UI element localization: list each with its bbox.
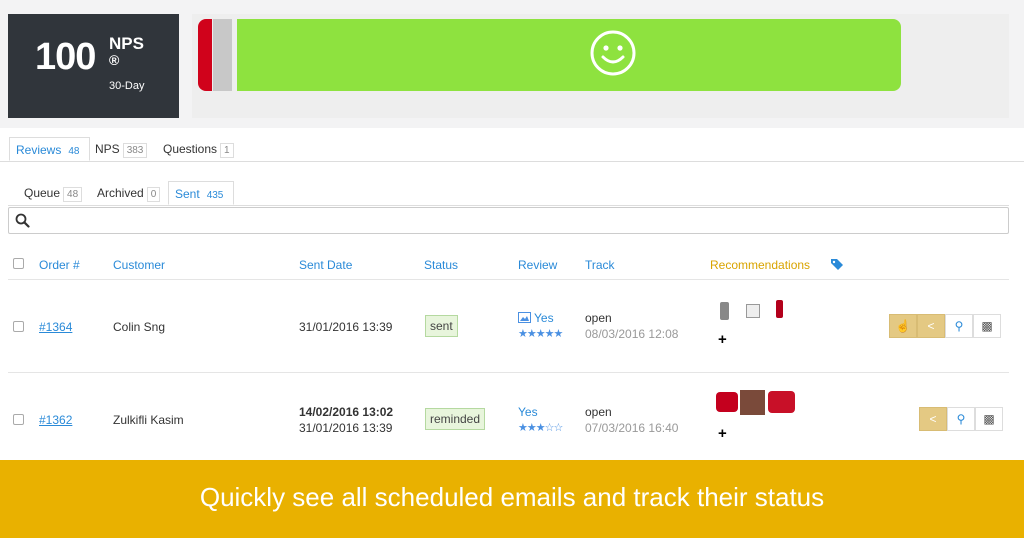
trash-icon[interactable]: ▩	[973, 314, 1001, 338]
promo-banner: Quickly see all scheduled emails and tra…	[0, 460, 1024, 538]
tab-sent[interactable]: Sent 435	[168, 181, 235, 205]
status-badge: reminded	[425, 408, 486, 430]
nps-label: NPS	[109, 34, 144, 53]
review-link[interactable]: Yes	[534, 311, 554, 325]
product-thumbnail[interactable]	[716, 392, 738, 412]
tag-icon[interactable]	[830, 258, 845, 271]
tab-archived[interactable]: Archived 0	[91, 181, 166, 205]
order-link[interactable]: #1364	[39, 320, 72, 334]
row-divider	[8, 372, 1009, 373]
col-order[interactable]: Order #	[39, 258, 80, 272]
tab-label: Sent	[175, 187, 200, 201]
tab-label: Reviews	[16, 143, 62, 157]
customer-name: Zulkifli Kasim	[113, 413, 184, 427]
share-icon[interactable]: <	[917, 314, 945, 338]
main-tabs: Reviews 48 NPS 383 Questions 1	[0, 137, 1024, 162]
zoom-in-icon[interactable]: ⚲	[945, 314, 973, 338]
review-stars: ★★★★★	[518, 328, 563, 340]
nps-distribution-bar	[192, 14, 1009, 118]
sub-tabs: Queue 48 Archived 0 Sent 435	[8, 181, 1009, 206]
tab-label: Archived	[97, 186, 144, 200]
customer-name: Colin Sng	[113, 320, 166, 334]
nps-score-card: 100 NPS ® 30-Day	[8, 14, 179, 118]
promoter-segment	[237, 19, 901, 91]
nps-summary-panel: 100 NPS ® 30-Day	[0, 0, 1024, 128]
smiley-icon	[590, 30, 636, 76]
nps-score: 100	[35, 36, 96, 78]
tab-reviews[interactable]: Reviews 48	[9, 137, 91, 161]
product-thumbnail[interactable]	[746, 304, 760, 318]
col-sent-date[interactable]: Sent Date	[299, 258, 352, 272]
nps-period: 30-Day	[109, 80, 145, 92]
track-date: 08/03/2016 12:08	[585, 327, 679, 341]
banner-text: Quickly see all scheduled emails and tra…	[199, 482, 825, 512]
sent-date: 31/01/2016 13:39	[299, 320, 393, 334]
col-recommendations[interactable]: Recommendations	[710, 258, 810, 272]
order-link[interactable]: #1362	[39, 413, 72, 427]
sent-date: 14/02/2016 13:02	[299, 405, 394, 419]
track-status: open	[585, 311, 612, 325]
col-track[interactable]: Track	[585, 258, 615, 272]
sent-date-original: 31/01/2016 13:39	[299, 421, 393, 435]
hand-pointer-icon[interactable]: ☝	[889, 314, 917, 338]
col-review[interactable]: Review	[518, 258, 557, 272]
product-thumbnail[interactable]	[776, 300, 783, 318]
tab-count: 48	[63, 187, 83, 202]
col-status[interactable]: Status	[424, 258, 458, 272]
tab-count: 383	[122, 143, 148, 158]
status-badge: sent	[425, 315, 458, 337]
tab-count: 1	[220, 143, 234, 158]
row-checkbox[interactable]	[13, 321, 24, 332]
trash-icon[interactable]: ▩	[975, 407, 1003, 431]
review-link[interactable]: Yes	[518, 405, 538, 419]
header-divider	[8, 279, 1009, 280]
tab-nps[interactable]: NPS 383	[89, 137, 153, 161]
tab-count: 48	[68, 146, 80, 157]
tab-label: Queue	[24, 186, 61, 200]
add-recommendation-button[interactable]: +	[718, 425, 727, 442]
col-customer[interactable]: Customer	[113, 258, 165, 272]
passive-segment	[213, 19, 232, 91]
product-thumbnail[interactable]	[720, 302, 729, 320]
select-all-checkbox[interactable]	[13, 258, 24, 269]
zoom-in-icon[interactable]: ⚲	[947, 407, 975, 431]
nps-registered-mark: ®	[109, 52, 120, 68]
tab-questions[interactable]: Questions 1	[157, 137, 240, 161]
product-thumbnail[interactable]	[740, 390, 765, 415]
search-input[interactable]	[8, 207, 1009, 234]
share-icon[interactable]: <	[919, 407, 947, 431]
row-checkbox[interactable]	[13, 414, 24, 425]
tab-label: Questions	[163, 142, 218, 156]
tab-count: 435	[206, 190, 224, 201]
search-icon	[15, 213, 30, 228]
track-status: open	[585, 405, 612, 419]
review-stars: ★★★☆☆	[518, 422, 563, 434]
detractor-segment	[198, 19, 212, 91]
tab-count: 0	[146, 187, 161, 202]
picture-icon	[518, 312, 531, 323]
track-date: 07/03/2016 16:40	[585, 421, 679, 435]
tab-queue[interactable]: Queue 48	[18, 181, 88, 205]
tab-label: NPS	[95, 142, 120, 156]
product-thumbnail[interactable]	[768, 391, 795, 413]
add-recommendation-button[interactable]: +	[718, 331, 727, 348]
